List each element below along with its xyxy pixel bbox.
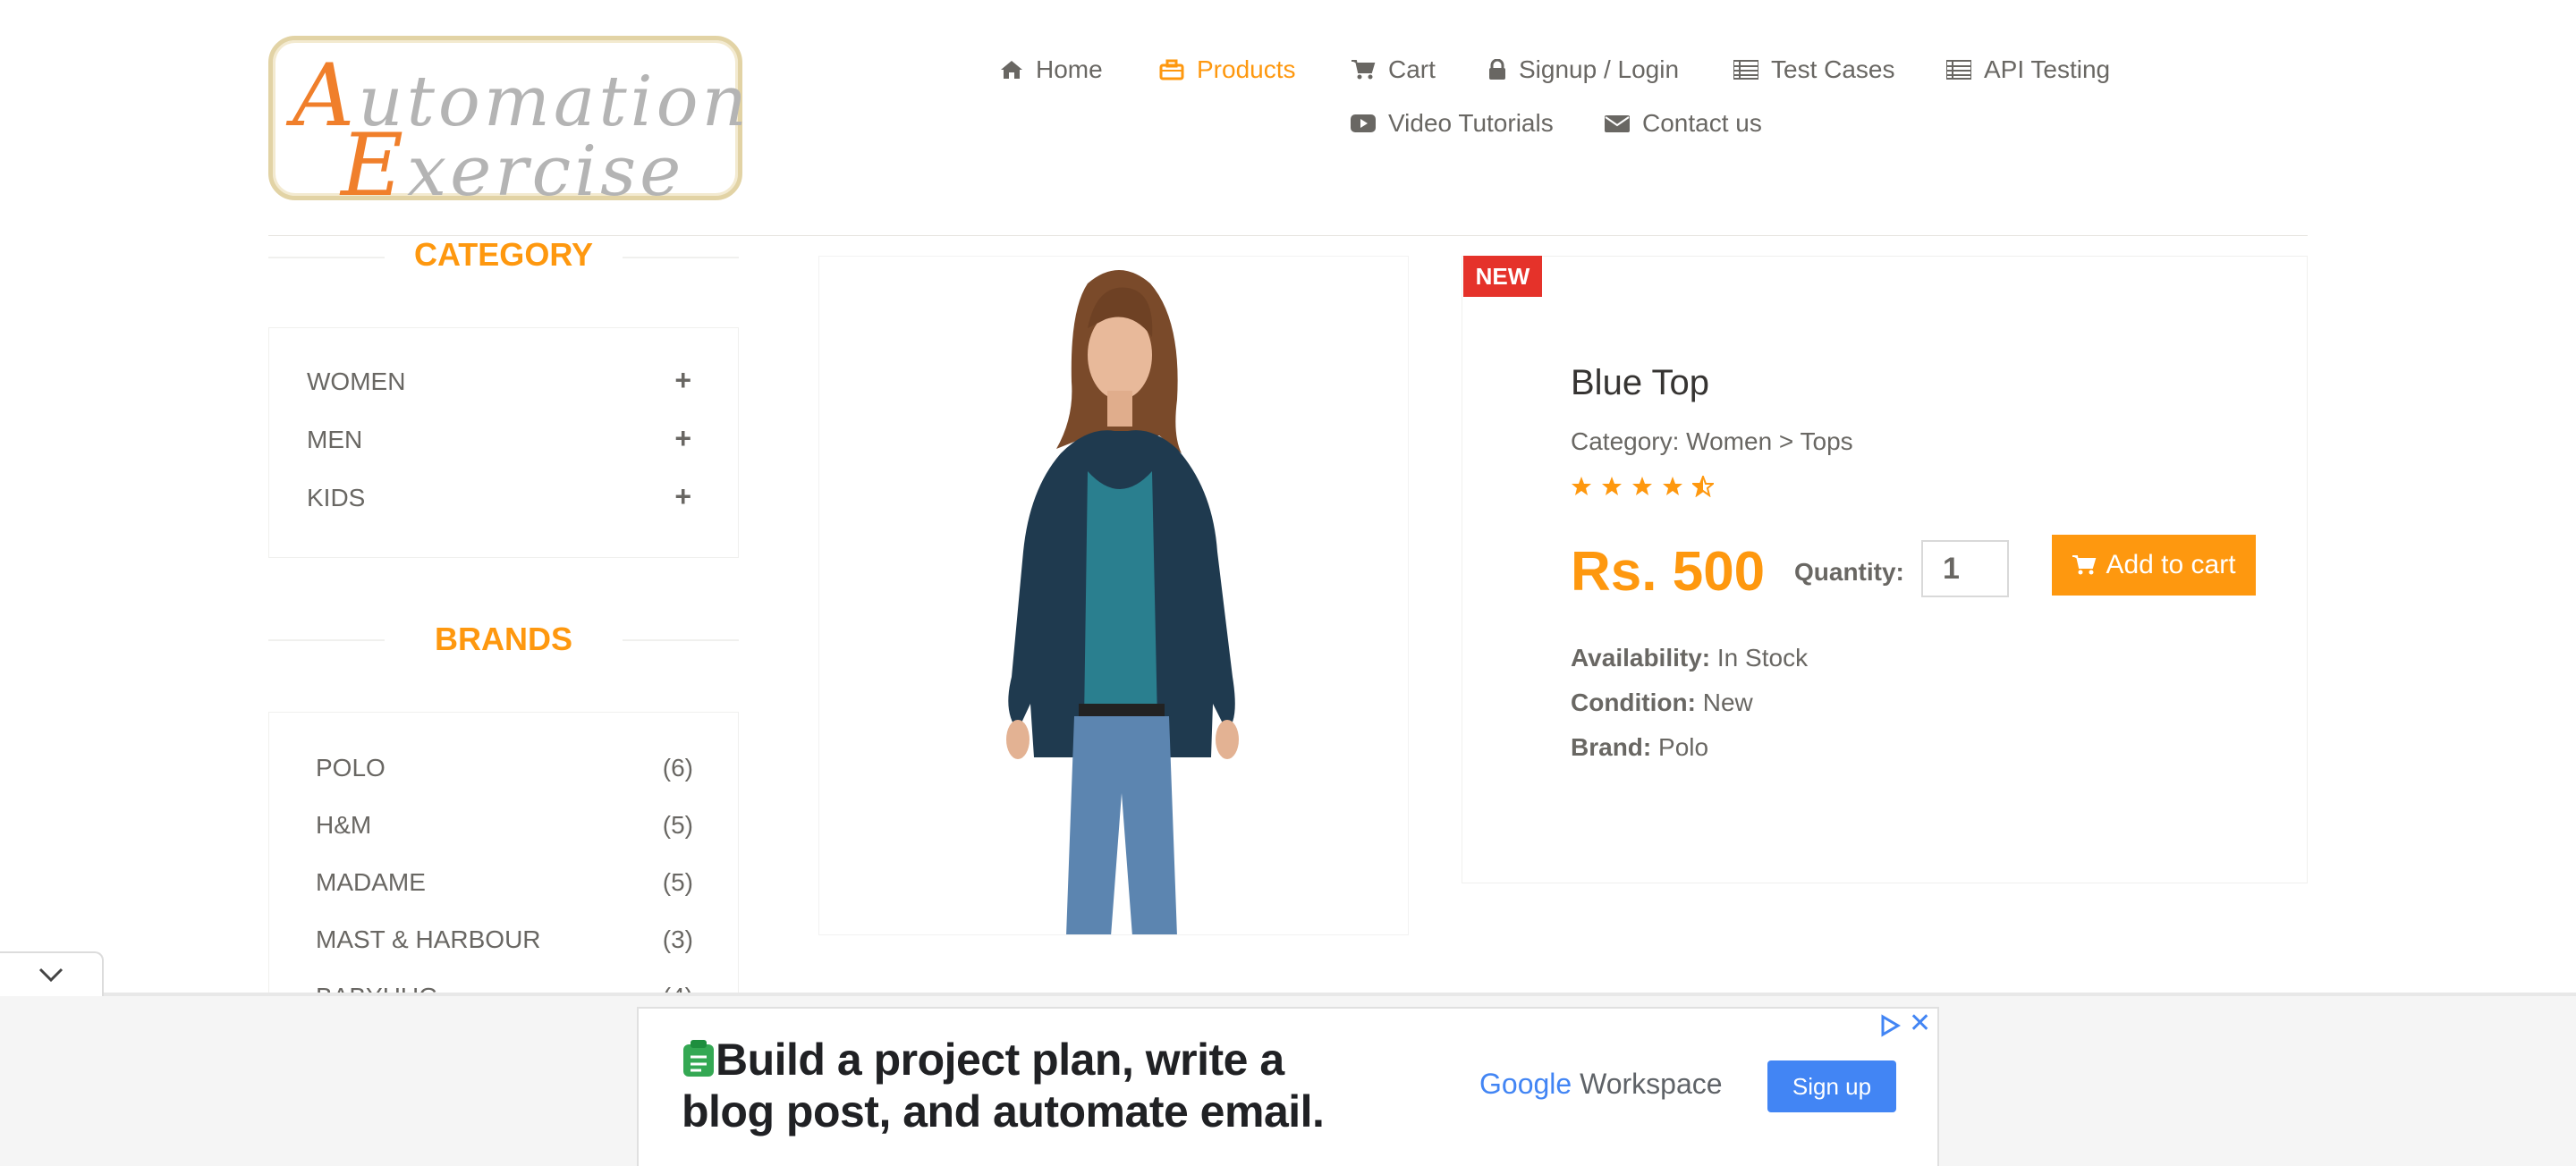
ad-signup-button[interactable]: Sign up: [1767, 1060, 1896, 1112]
brand-hm[interactable]: H&M: [316, 811, 371, 840]
brand-label: Brand:: [1571, 733, 1652, 761]
quantity-label: Quantity:: [1794, 558, 1904, 586]
nav-products[interactable]: Products: [1159, 55, 1296, 84]
nav-cart-label: Cart: [1388, 55, 1436, 83]
product-photo: [1006, 270, 1239, 934]
brand-polo-count: (6): [662, 754, 693, 782]
cart-icon: [1352, 60, 1376, 80]
google-wordmark: Google: [1479, 1068, 1572, 1100]
nav-video-label: Video Tutorials: [1388, 109, 1554, 137]
category-men[interactable]: MEN: [307, 426, 362, 454]
new-badge: NEW: [1463, 256, 1542, 297]
ad-brand: Google Workspace: [1479, 1068, 1723, 1101]
ad-headline-line2: blog post, and automate email.: [682, 1086, 1325, 1136]
star-icon: [1663, 477, 1682, 495]
category-men-toggle[interactable]: +: [674, 424, 691, 452]
home-icon: [1001, 61, 1022, 79]
brand-row: Brand: Polo: [1571, 733, 1708, 762]
brand-value: Polo: [1651, 733, 1709, 761]
nav-contact-label: Contact us: [1642, 109, 1762, 137]
chevron-down-icon: [38, 967, 64, 983]
list-icon: [1946, 60, 1971, 80]
product-image: [818, 256, 1409, 935]
nav-products-label: Products: [1197, 55, 1296, 83]
star-half-icon: [1692, 476, 1714, 497]
category-heading: CATEGORY: [413, 236, 593, 273]
nav-test-cases-label: Test Cases: [1771, 55, 1895, 83]
product-price: Rs. 500: [1571, 541, 1766, 603]
brand-mast-harbour[interactable]: MAST & HARBOUR: [316, 925, 541, 954]
briefcase-icon: [1159, 59, 1184, 80]
condition-value: New: [1695, 689, 1753, 716]
brand-madame[interactable]: MADAME: [316, 868, 426, 897]
clipboard-icon: [683, 1040, 714, 1077]
availability-value: In Stock: [1710, 644, 1809, 672]
quantity-input[interactable]: [1921, 540, 2009, 597]
category-kids[interactable]: KIDS: [307, 484, 365, 512]
cart-icon: [2072, 555, 2097, 575]
product-name: Blue Top: [1571, 363, 1709, 402]
list-icon: [1733, 60, 1758, 80]
brand-polo[interactable]: POLO: [316, 754, 386, 782]
ad-box[interactable]: Build a project plan, write a blog post,…: [637, 1007, 1939, 1166]
category-kids-toggle[interactable]: +: [674, 482, 691, 511]
add-to-cart-button[interactable]: Add to cart: [2052, 535, 2256, 596]
availability-label: Availability:: [1571, 644, 1711, 672]
ad-headline-line1: Build a project plan, write a: [716, 1035, 1284, 1085]
star-icon: [1632, 477, 1652, 495]
logo-line-2: Exercise: [341, 115, 685, 215]
brands-heading: BRANDS: [434, 621, 572, 657]
nav-home[interactable]: Home: [1000, 55, 1103, 84]
nav-api-testing[interactable]: API Testing: [1946, 55, 2110, 84]
condition-row: Condition: New: [1571, 689, 1753, 717]
product-rating: [1571, 476, 1714, 497]
ad-collapse-tab[interactable]: [0, 951, 104, 996]
nav-signup-login[interactable]: Signup / Login: [1488, 55, 1679, 84]
nav-test-cases[interactable]: Test Cases: [1733, 55, 1895, 84]
nav-home-label: Home: [1036, 55, 1103, 83]
category-women[interactable]: WOMEN: [307, 368, 405, 396]
workspace-wordmark: Workspace: [1572, 1068, 1723, 1100]
nav-signup-label: Signup / Login: [1519, 55, 1680, 83]
availability-row: Availability: In Stock: [1571, 644, 1808, 672]
product-category: Category: Women > Tops: [1571, 427, 1853, 455]
adchoices-icon[interactable]: [1878, 1014, 1902, 1037]
site-logo[interactable]: Automation Exercise: [268, 36, 747, 215]
brand-hm-count: (5): [662, 811, 693, 839]
ad-close-icon[interactable]: ✕: [1909, 1010, 1931, 1037]
ad-headline: Build a project plan, write a blog post,…: [682, 1034, 1325, 1137]
envelope-icon: [1605, 115, 1630, 132]
category-panel: WOMEN + MEN + KIDS +: [268, 327, 739, 558]
star-icon: [1572, 477, 1591, 495]
category-women-toggle[interactable]: +: [674, 366, 691, 394]
nav-api-testing-label: API Testing: [1984, 55, 2111, 83]
youtube-play-icon: [1351, 114, 1376, 132]
nav-cart[interactable]: Cart: [1351, 55, 1436, 84]
nav-video-tutorials[interactable]: Video Tutorials: [1351, 109, 1554, 138]
condition-label: Condition:: [1571, 689, 1696, 716]
star-icon: [1602, 477, 1622, 495]
brand-madame-count: (5): [662, 868, 693, 896]
add-to-cart-label: Add to cart: [2106, 550, 2236, 579]
brand-mast-harbour-count: (3): [662, 925, 693, 953]
brands-panel: POLO (6) H&M (5) MADAME (5) MAST & HARBO…: [268, 712, 739, 1007]
nav-contact-us[interactable]: Contact us: [1605, 109, 1762, 138]
lock-icon: [1489, 59, 1505, 80]
